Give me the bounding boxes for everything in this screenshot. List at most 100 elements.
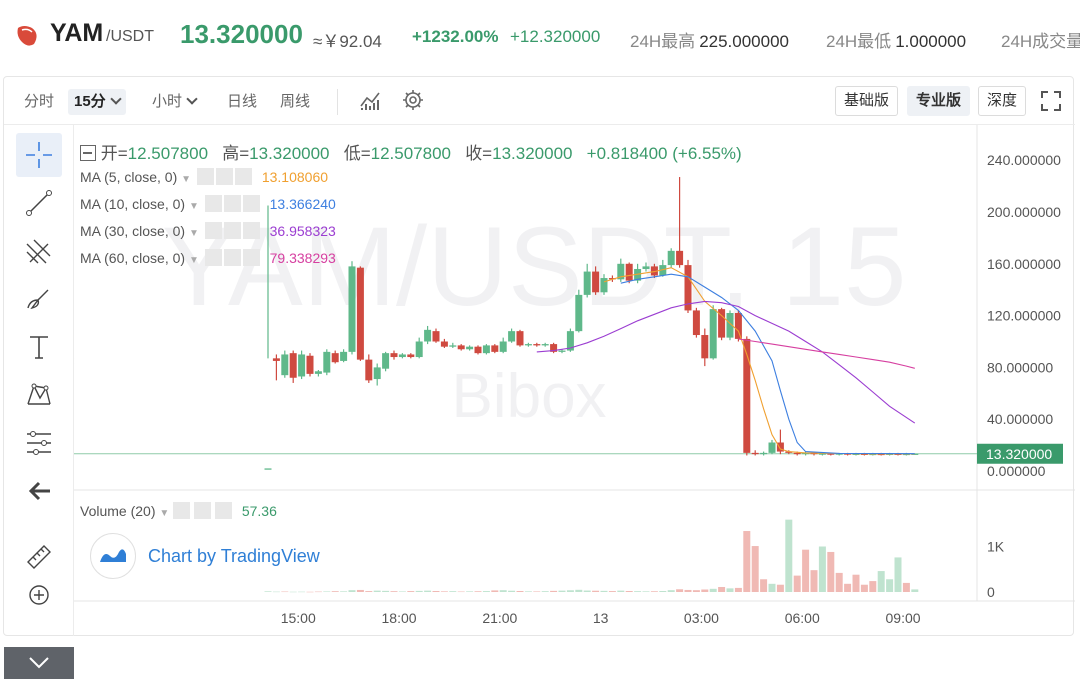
time-tick-label: 13: [593, 610, 609, 626]
pattern-tool[interactable]: [16, 373, 62, 417]
eye-icon[interactable]: [204, 249, 222, 266]
indicators-icon[interactable]: [359, 90, 383, 112]
candle: [575, 294, 583, 332]
eye-icon[interactable]: [196, 168, 214, 185]
yam-logo-icon: [17, 26, 37, 46]
volume-bar: [566, 590, 574, 592]
candle: [314, 371, 322, 374]
price-tick-label: 80.000000: [987, 359, 1053, 375]
candle: [676, 250, 684, 266]
drawing-toolbar: [4, 125, 74, 679]
view-pro-button[interactable]: 专业版: [907, 86, 971, 116]
candle: [558, 350, 566, 352]
measure-tool[interactable]: [16, 533, 62, 577]
candle: [466, 346, 474, 350]
candle: [760, 452, 768, 455]
volume-bar: [482, 591, 490, 592]
chart-area[interactable]: YAM/USDT, 15 Bibox 240.000000 200.000000 16…: [74, 125, 1075, 636]
brush-tool[interactable]: [16, 277, 62, 321]
volume-bar: [407, 591, 415, 592]
volume-bar: [776, 584, 784, 592]
volume-tick-label: 1K: [987, 539, 1005, 555]
view-depth-button[interactable]: 深度: [978, 86, 1027, 116]
chart-toolbar: 分时 15分 小时 日线 周线 基础版 专业版 深度: [4, 77, 1075, 125]
ma-legend-row[interactable]: MA (5, close, 0) ▼ 13.108060: [80, 167, 328, 187]
volume-bar: [390, 591, 398, 592]
ma60-line: [738, 338, 915, 369]
settings-gear-icon[interactable]: [402, 89, 424, 111]
volume-bar: [768, 583, 776, 592]
volume-legend[interactable]: Volume (20) ▼ 57.36: [80, 501, 277, 524]
candle: [281, 354, 289, 376]
text-tool[interactable]: [16, 325, 62, 369]
interval-hour-dropdown[interactable]: 小时: [146, 89, 202, 115]
eye-icon[interactable]: [204, 222, 222, 239]
close-icon[interactable]: [214, 502, 232, 519]
volume-bar: [474, 591, 482, 592]
candle: [264, 468, 272, 470]
gear-icon[interactable]: [223, 249, 241, 266]
close-icon[interactable]: [242, 249, 260, 266]
interval-weekly[interactable]: 周线: [274, 89, 316, 115]
interval-15m-dropdown[interactable]: 15分: [68, 89, 126, 115]
volume-bar: [785, 519, 793, 592]
pitchfork-tool[interactable]: [16, 229, 62, 273]
trendline-tool[interactable]: [16, 181, 62, 225]
candle: [306, 355, 314, 374]
crosshair-tool[interactable]: [16, 133, 62, 177]
chevron-down-icon: [29, 657, 49, 669]
eye-icon[interactable]: [204, 195, 222, 212]
volume-bar: [331, 591, 339, 592]
ma-legend-row[interactable]: MA (10, close, 0) ▼ 13.366240: [80, 194, 336, 214]
last-price: 13.320000: [180, 19, 303, 49]
candle: [667, 250, 675, 266]
volume-tick-label: 0: [987, 584, 995, 600]
pair-base: YAM: [50, 19, 104, 47]
chevron-down-icon: [186, 93, 198, 105]
candle: [340, 351, 348, 361]
view-basic-button[interactable]: 基础版: [835, 86, 899, 116]
volume-bar: [642, 591, 650, 592]
candle: [449, 345, 457, 347]
gear-icon[interactable]: [223, 195, 241, 212]
close-icon[interactable]: [234, 168, 252, 185]
brush-icon: [27, 289, 49, 310]
gear-icon[interactable]: [194, 502, 212, 519]
tradingview-badge[interactable]: Chart by TradingView: [90, 533, 320, 579]
collapse-toolbar-button[interactable]: [4, 647, 74, 679]
text-icon: [30, 336, 48, 359]
gear-icon[interactable]: [223, 222, 241, 239]
time-tick-label: 21:00: [482, 610, 517, 626]
fib-tool[interactable]: [16, 421, 62, 465]
candle: [592, 271, 600, 293]
interval-daily[interactable]: 日线: [221, 89, 263, 115]
close-icon[interactable]: [242, 195, 260, 212]
zoom-tool[interactable]: [16, 581, 62, 609]
eye-icon[interactable]: [173, 502, 191, 519]
price-tick-label: 240.000000: [987, 152, 1061, 168]
candle: [298, 354, 306, 377]
fullscreen-icon[interactable]: [1040, 90, 1062, 112]
volume-bar: [886, 579, 894, 592]
candle: [424, 329, 432, 342]
candle: [508, 331, 516, 342]
scroll-left-icon: ‹: [74, 352, 75, 368]
close-icon[interactable]: [242, 222, 260, 239]
tradingview-text[interactable]: Chart by TradingView: [148, 546, 320, 567]
candle: [440, 341, 448, 347]
volume-bar: [314, 591, 322, 593]
candle: [373, 367, 381, 380]
time-tick-label: 18:00: [382, 610, 417, 626]
chevron-down-icon: [110, 93, 122, 105]
back-tool[interactable]: [16, 469, 62, 513]
collapse-legend-icon[interactable]: [80, 145, 96, 161]
stat-24h-volume: 24H成交量: [1001, 32, 1080, 51]
volume-bar: [802, 549, 810, 592]
interval-timeline[interactable]: 分时: [18, 89, 60, 115]
ma-legend-row[interactable]: MA (30, close, 0) ▼ 36.958323: [80, 221, 336, 241]
candle: [600, 278, 608, 293]
volume-bar: [684, 589, 692, 592]
gear-icon[interactable]: [215, 168, 233, 185]
ma-legend-row[interactable]: MA (60, close, 0) ▼ 79.338293: [80, 248, 336, 268]
volume-bar: [323, 591, 331, 592]
